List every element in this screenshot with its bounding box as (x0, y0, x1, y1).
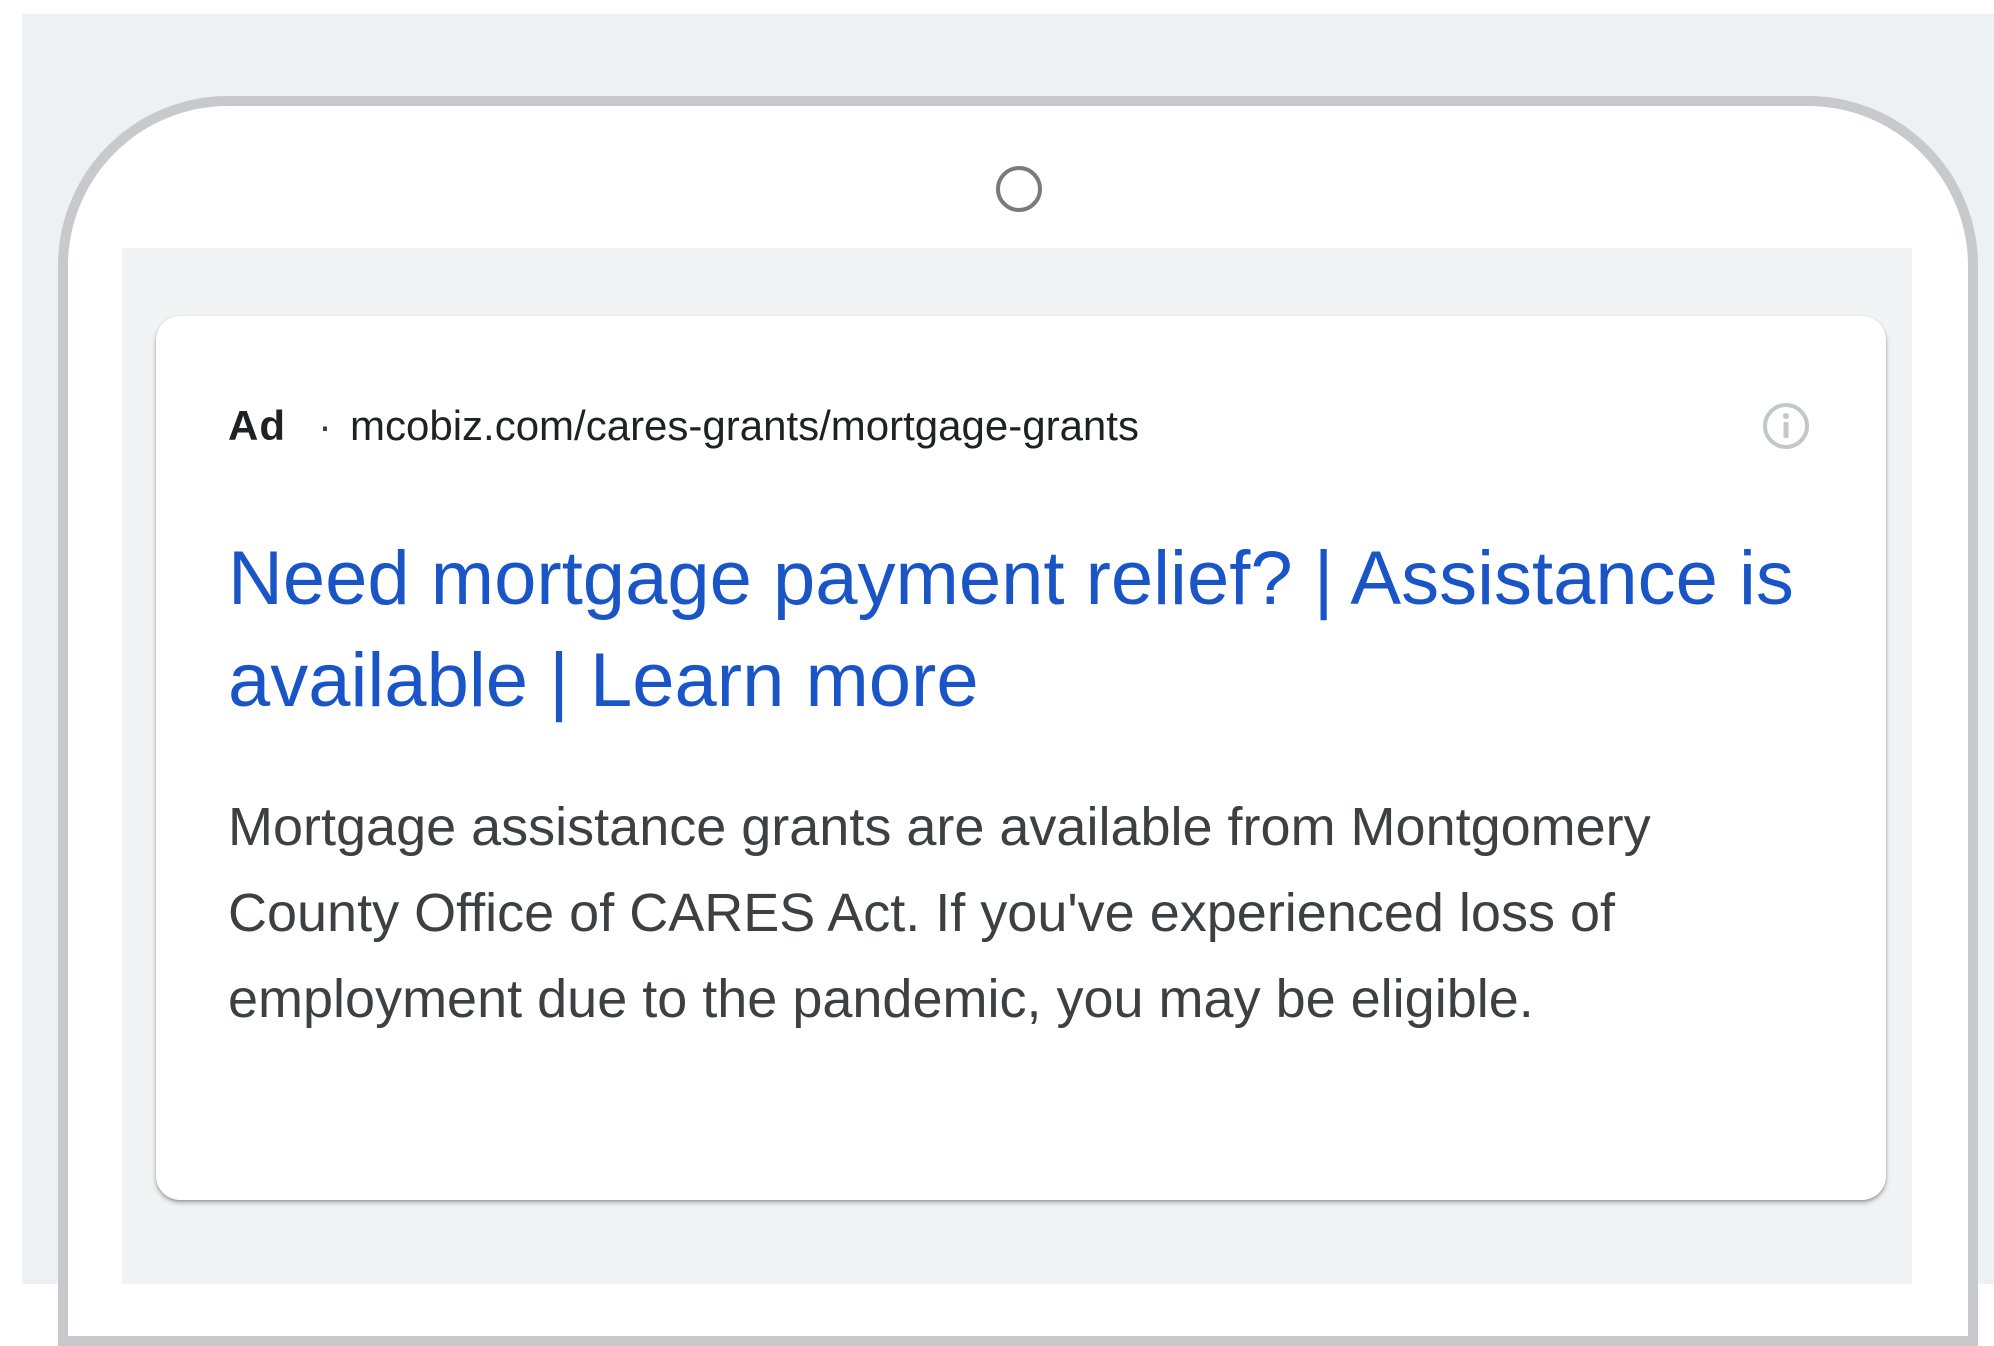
info-circle-icon[interactable] (1760, 400, 1812, 452)
ad-display-url[interactable]: mcobiz.com/cares-grants/mortgage-grants (350, 402, 1139, 450)
ad-label: Ad (228, 402, 286, 449)
ad-headline-link[interactable]: Need mortgage payment relief? | Assistan… (228, 528, 1828, 732)
ad-description: Mortgage assistance grants are available… (228, 797, 1651, 1029)
ad-meta-row: Ad · mcobiz.com/cares-grants/mortgage-gr… (228, 396, 1139, 456)
ad-separator: · (318, 402, 332, 449)
search-ad-card[interactable]: Ad · mcobiz.com/cares-grants/mortgage-gr… (156, 316, 1886, 1200)
camera-icon (996, 166, 1042, 212)
